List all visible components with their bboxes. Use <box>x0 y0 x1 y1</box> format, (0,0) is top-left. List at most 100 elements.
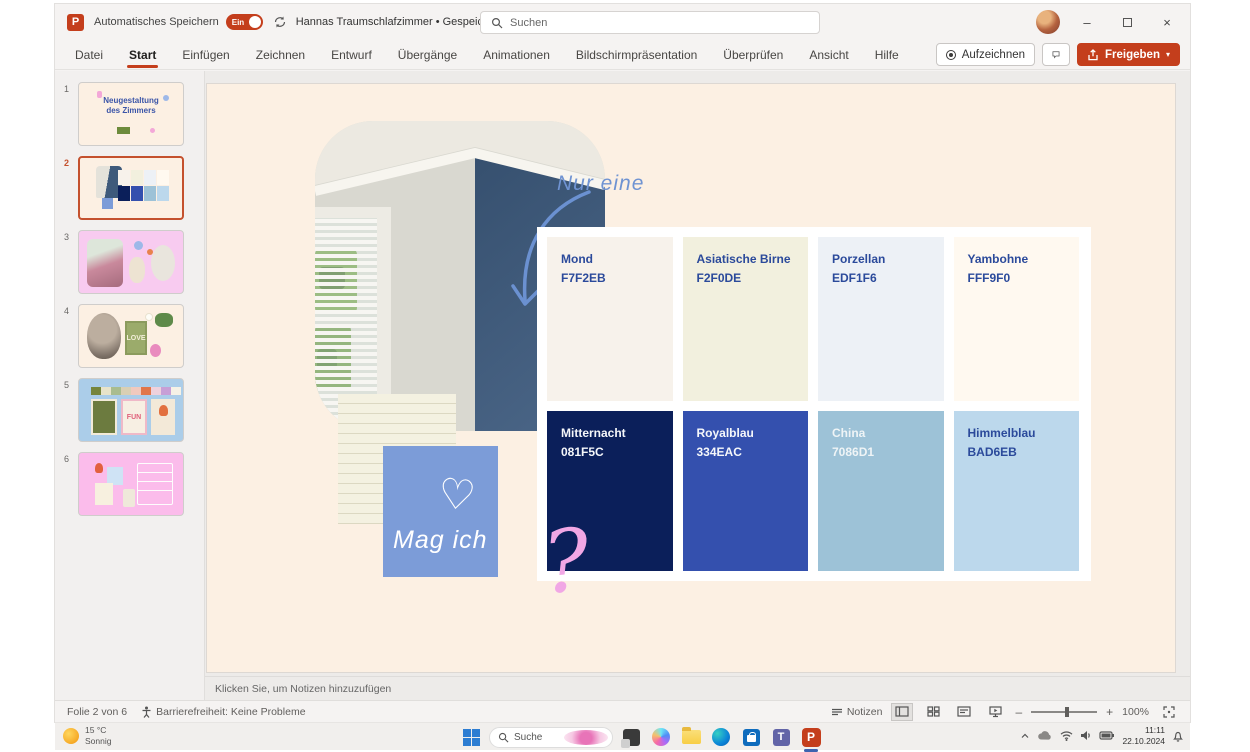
thumbnail-row-5: 5 FUN <box>55 378 204 442</box>
slide-sorter-view-button[interactable] <box>922 703 944 721</box>
weather-temperature: 15 °C <box>85 725 111 736</box>
minimize-button[interactable]: – <box>1074 15 1100 30</box>
share-button[interactable]: Freigeben ▾ <box>1077 43 1180 66</box>
tab-ansicht[interactable]: Ansicht <box>807 44 850 66</box>
swatch-himmelblau[interactable]: Himmelblau BAD6EB <box>954 411 1080 571</box>
slide-thumbnail-4[interactable]: LOVE <box>78 304 184 368</box>
thumb4-love-poster: LOVE <box>125 321 147 355</box>
reading-view-button[interactable] <box>953 703 975 721</box>
user-avatar[interactable] <box>1036 10 1060 34</box>
tab-ueberpruefen[interactable]: Überprüfen <box>721 44 785 66</box>
swatch-porzellan[interactable]: Porzellan EDF1F6 <box>818 237 944 401</box>
volume-icon[interactable] <box>1080 730 1092 741</box>
swatch-yambohne[interactable]: Yambohne FFF9F0 <box>954 237 1080 401</box>
swatch-china[interactable]: China 7086D1 <box>818 411 944 571</box>
tab-bildschirmpraesentation[interactable]: Bildschirmpräsentation <box>574 44 699 66</box>
slide-editor-area: Nur eine ♡ Mag ich <box>205 71 1190 700</box>
edge-icon <box>712 728 730 746</box>
ribbon-tab-row: Datei Start Einfügen Zeichnen Entwurf Üb… <box>55 40 1190 70</box>
copilot-button[interactable] <box>649 725 673 749</box>
record-button[interactable]: Aufzeichnen <box>936 43 1035 66</box>
zoom-level[interactable]: 100% <box>1122 706 1149 718</box>
color-palette-card[interactable]: Mond F7F2EB Asiatische Birne F2F0DE <box>537 227 1091 581</box>
thumb5-color-strip <box>91 387 181 395</box>
swatch-asiatische-birne[interactable]: Asiatische Birne F2F0DE <box>683 237 809 401</box>
thumb1-deco-blue <box>163 95 169 101</box>
store-icon <box>743 729 760 746</box>
close-button[interactable]: × <box>1154 15 1180 30</box>
comments-button[interactable] <box>1042 43 1070 66</box>
notification-bell-icon[interactable] <box>1172 730 1184 742</box>
microsoft-store-button[interactable] <box>739 725 763 749</box>
slide-thumbnail-1[interactable]: Neugestaltung des Zimmers <box>78 82 184 146</box>
search-input[interactable]: Suchen <box>480 11 820 34</box>
start-button[interactable] <box>459 725 483 749</box>
sun-icon <box>63 728 79 744</box>
slide-indicator: Folie 2 von 6 <box>67 706 127 718</box>
thumb6-tulip <box>95 463 103 473</box>
notes-toggle-button[interactable]: Notizen <box>831 706 883 718</box>
normal-view-button[interactable] <box>891 703 913 721</box>
tab-hilfe[interactable]: Hilfe <box>873 44 901 66</box>
swatch-royalblau[interactable]: Royalblau 334EAC <box>683 411 809 571</box>
tab-entwurf[interactable]: Entwurf <box>329 44 374 66</box>
weather-widget[interactable]: 15 °C Sonnig <box>63 725 111 746</box>
battery-icon[interactable] <box>1099 731 1115 740</box>
zoom-slider[interactable] <box>1031 711 1097 713</box>
autosave-toggle-state: Ein <box>232 18 244 27</box>
thumb5-poster-fun: FUN <box>121 399 147 435</box>
swatch-mond[interactable]: Mond F7F2EB <box>547 237 673 401</box>
share-caret-icon: ▾ <box>1166 50 1170 59</box>
thumb2-swatches <box>118 170 174 201</box>
slide-thumbnail-panel: 1 Neugestaltung des Zimmers 2 <box>55 71 205 700</box>
thumb3-deco-moon <box>134 241 143 250</box>
autosave-toggle[interactable]: Ein <box>226 14 263 30</box>
thumbnail-row-2: 2 <box>55 156 204 220</box>
swatch-name: Himmelblau <box>968 424 1074 443</box>
taskbar-clock[interactable]: 11:11 22.10.2024 <box>1122 725 1165 746</box>
sticky-note[interactable]: ♡ Mag ich <box>383 446 498 577</box>
taskbar-search[interactable]: Suche <box>489 727 613 748</box>
powerpoint-taskbar-button[interactable]: P <box>799 725 823 749</box>
onedrive-cloud-icon[interactable] <box>1037 730 1053 741</box>
maximize-button[interactable] <box>1114 15 1140 30</box>
question-mark-doodle[interactable]: ? <box>539 510 594 614</box>
clock-time: 11:11 <box>1122 725 1165 736</box>
teams-icon: T <box>773 729 790 746</box>
tab-uebergaenge[interactable]: Übergänge <box>396 44 459 66</box>
hidden-icons-chevron-icon[interactable] <box>1020 732 1030 740</box>
slide-thumbnail-3[interactable] <box>78 230 184 294</box>
tab-animationen[interactable]: Animationen <box>481 44 552 66</box>
zoom-slider-thumb[interactable] <box>1065 707 1069 717</box>
wifi-icon[interactable] <box>1060 731 1073 741</box>
swatch-name: Porzellan <box>832 250 938 269</box>
record-icon <box>946 50 956 60</box>
thumb4-photo <box>87 313 121 359</box>
slide-thumbnail-2-selected[interactable] <box>78 156 184 220</box>
tab-zeichnen[interactable]: Zeichnen <box>254 44 307 66</box>
zoom-out-button[interactable]: – <box>1015 705 1022 719</box>
notes-bar[interactable]: Klicken Sie, um Notizen hinzuzufügen <box>205 676 1190 701</box>
tab-einfuegen[interactable]: Einfügen <box>180 44 231 66</box>
sticky-note-text: Mag ich <box>393 526 488 555</box>
fit-slide-button[interactable] <box>1158 703 1180 721</box>
teams-button[interactable]: T <box>769 725 793 749</box>
task-view-button[interactable] <box>619 725 643 749</box>
accessibility-status[interactable]: Barrierefreiheit: Keine Probleme <box>141 706 305 718</box>
slideshow-view-button[interactable] <box>984 703 1006 721</box>
slide-thumbnail-6[interactable] <box>78 452 184 516</box>
powerpoint-app-icon: P <box>67 14 84 31</box>
zoom-in-button[interactable]: + <box>1106 705 1113 719</box>
slide-canvas[interactable]: Nur eine ♡ Mag ich <box>207 84 1175 672</box>
file-explorer-button[interactable] <box>679 725 703 749</box>
tab-start[interactable]: Start <box>127 44 158 66</box>
slide-thumbnail-5[interactable]: FUN <box>78 378 184 442</box>
windows-logo-icon <box>463 729 480 746</box>
edge-button[interactable] <box>709 725 733 749</box>
document-title[interactable]: Hannas Traumschlafzimmer • Gespeichert <box>296 16 502 28</box>
tab-datei[interactable]: Datei <box>73 44 105 66</box>
thumb3-deco-orange <box>147 249 153 255</box>
clock-date: 22.10.2024 <box>1122 736 1165 747</box>
swatch-name: Yambohne <box>968 250 1074 269</box>
swatch-hex: 334EAC <box>697 443 803 462</box>
